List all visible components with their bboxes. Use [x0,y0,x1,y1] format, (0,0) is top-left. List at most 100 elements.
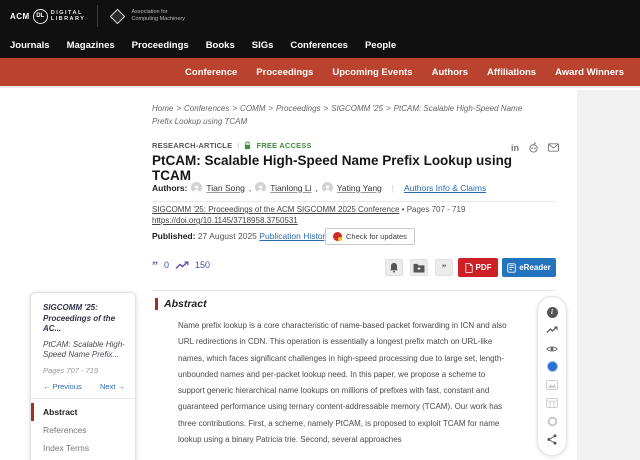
previous-article-link[interactable]: ← Previous [43,382,82,391]
previous-label: Previous [53,382,82,391]
toc-item-abstract[interactable]: Abstract [31,403,135,421]
authors-label: Authors: [152,183,187,193]
view-button[interactable] [546,343,558,355]
info-button[interactable]: i [546,306,558,318]
bell-icon [389,262,399,273]
crumb-sep: > [232,104,237,113]
crumb-sigcomm25[interactable]: SIGCOMM '25 [331,104,383,113]
main-nav: Journals Magazines Proceedings Books SIG… [0,32,640,58]
article-tools-toolbar: i [537,296,567,456]
venue-link[interactable]: SIGCOMM '25: Proceedings of the ACM SIGC… [152,205,399,214]
authors-info-claims-link[interactable]: Authors Info & Claims [404,183,486,193]
dl-word-digital: DIGITAL [51,10,83,16]
crumb-sep: > [176,104,181,113]
next-article-link[interactable]: Next → [100,382,125,391]
share-icon [547,434,557,445]
metrics-button[interactable] [546,324,558,336]
altmetric-badge-icon [547,361,558,372]
published-label: Published: [152,231,195,241]
confnav-proceedings[interactable]: Proceedings [256,67,313,78]
abstract-title: Abstract [164,298,207,310]
assoc-line1: Association for [131,9,167,15]
save-to-binder-button[interactable] [410,259,428,276]
metrics-row: ” 0 150 [152,260,210,270]
dl-gear-icon[interactable]: DL [33,9,48,24]
ereader-icon [507,263,516,273]
toc-venue-link[interactable]: SIGCOMM '25: Proceedings of the AC... [31,303,135,335]
confnav-award-winners[interactable]: Award Winners [555,67,624,78]
header-divider [97,5,98,27]
cite-button[interactable]: ” [435,259,453,276]
acm-diamond-logo[interactable] [110,8,126,24]
right-arrow-icon: → [118,382,126,391]
nav-conferences[interactable]: Conferences [290,40,348,51]
nav-magazines[interactable]: Magazines [67,40,115,51]
dl-word-library: LIBRARY [51,16,86,22]
ereader-button[interactable]: eReader [502,258,556,277]
toc-article-title: PtCAM: Scalable High-Speed Name Prefix..… [31,335,135,361]
figures-button[interactable] [546,379,558,391]
author-link-2[interactable]: Tianlong Li [270,183,311,193]
info-icon: i [547,307,558,318]
left-arrow-icon: ← [43,382,51,391]
confnav-authors[interactable]: Authors [432,67,468,78]
nav-people[interactable]: People [365,40,396,51]
reddit-icon[interactable] [528,142,539,153]
article-toc-card: SIGCOMM '25: Proceedings of the AC... Pt… [30,292,136,460]
venue-line: SIGCOMM '25: Proceedings of the ACM SIGC… [152,205,465,214]
assoc-line2: Computing Machinery [131,16,185,22]
abstract-accent-bar [155,298,158,310]
pages-label: Pages 707 - 719 [407,205,466,214]
linkedin-icon[interactable]: in [511,143,519,153]
author-avatar[interactable] [191,182,202,193]
tables-button[interactable] [546,397,558,409]
published-date: 27 August 2025 [198,231,257,241]
author-avatar[interactable] [255,182,266,193]
nav-sigs[interactable]: SIGs [252,40,274,51]
acm-dl-logo[interactable]: ACM [10,12,30,21]
doi-link[interactable]: https://doi.org/10.1145/3718958.3750531 [152,216,298,225]
divider-line [152,201,556,202]
donut-icon [547,416,558,427]
doi-line: https://doi.org/10.1145/3718958.3750531 [152,216,298,225]
pdf-button[interactable]: PDF [458,258,498,277]
downloads-count: 150 [195,260,210,270]
altmetric-button[interactable] [546,361,558,373]
check-for-updates-button[interactable]: Check for updates [325,228,415,245]
publication-history-link[interactable]: Publication History [259,231,329,241]
toc-item-index-terms[interactable]: Index Terms [31,439,135,457]
nav-journals[interactable]: Journals [10,40,50,51]
crumb-home[interactable]: Home [152,104,173,113]
authors-divider: | [392,183,394,193]
nav-books[interactable]: Books [206,40,235,51]
toc-item-references[interactable]: References [31,421,135,439]
confnav-upcoming-events[interactable]: Upcoming Events [332,67,412,78]
right-rail-panel [577,90,640,460]
author-sep: , [316,183,318,193]
author-avatar[interactable] [322,182,333,193]
crumb-comm[interactable]: COMM [240,104,265,113]
crumb-conferences[interactable]: Conferences [184,104,229,113]
author-link-1[interactable]: Tian Song [206,183,244,193]
confnav-affiliations[interactable]: Affiliations [487,67,536,78]
email-icon[interactable] [548,143,559,152]
share-button[interactable] [546,434,558,446]
brand-row: ACM DL DIGITAL LIBRARY Association for C… [0,0,640,32]
prev-next-row: ← Previous Next → [31,375,135,398]
nav-proceedings[interactable]: Proceedings [132,40,189,51]
published-row: Published: 27 August 2025 Publication Hi… [152,231,330,241]
crumb-proceedings[interactable]: Proceedings [276,104,320,113]
downloads-trend-icon [175,261,189,270]
next-label: Next [100,382,115,391]
author-link-3[interactable]: Yating Yang [337,183,382,193]
confnav-conference[interactable]: Conference [185,67,237,78]
toc-item-recommendations[interactable]: Recommendations [31,457,135,460]
dl-wordmark: DIGITAL LIBRARY [51,10,86,23]
share-icons-row: in [511,142,559,153]
citation-quote-icon: ” [152,260,158,270]
alerts-button[interactable] [385,259,403,276]
divider-line [152,290,556,291]
folder-plus-icon [413,263,425,273]
table-icon [546,398,558,408]
media-button[interactable] [546,416,558,428]
